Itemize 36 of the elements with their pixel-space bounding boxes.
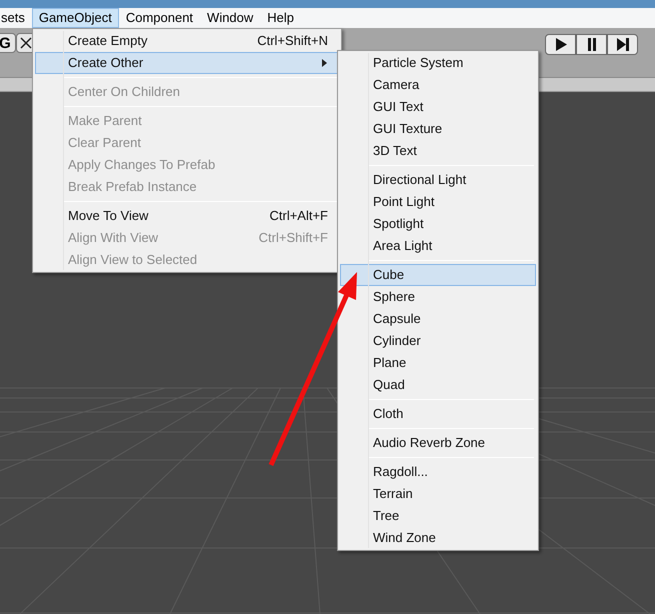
tool-button[interactable]: G (0, 33, 16, 53)
submenu-arrow-icon (322, 59, 328, 67)
menu-bar-item[interactable]: sets (0, 8, 32, 28)
menu-item[interactable]: Directional Light (340, 169, 536, 191)
menu-item[interactable]: Spotlight (340, 213, 536, 235)
menu-item[interactable]: GUI Text (340, 96, 536, 118)
menu-item[interactable]: Cloth (340, 403, 536, 425)
step-icon (616, 38, 630, 51)
pause-button[interactable] (576, 34, 607, 55)
menu-item[interactable]: Capsule (340, 308, 536, 330)
menu-item[interactable]: Create Empty Ctrl+Shift+N (35, 30, 339, 52)
menu-item[interactable]: Plane (340, 352, 536, 374)
menu-item[interactable]: Cylinder (340, 330, 536, 352)
menu-item[interactable]: Terrain (340, 483, 536, 505)
menu-bar-item[interactable]: Component (118, 8, 200, 28)
menu-bar-item[interactable]: Window (200, 8, 260, 28)
menu-item[interactable]: Particle System (340, 52, 536, 74)
menu-item[interactable]: Sphere (340, 286, 536, 308)
menu-item[interactable]: Quad (340, 374, 536, 396)
menu-item[interactable]: Ragdoll... (340, 461, 536, 483)
menu-item[interactable]: 3D Text (340, 140, 536, 162)
play-button[interactable] (545, 34, 576, 55)
menu-item[interactable]: Tree (340, 505, 536, 527)
menu-item[interactable]: Camera (340, 74, 536, 96)
menu-bar-item[interactable]: GameObject (32, 8, 119, 28)
menu-item[interactable]: GUI Texture (340, 118, 536, 140)
play-icon (554, 38, 568, 51)
menu-item[interactable]: Point Light (340, 191, 536, 213)
menu-bar-item[interactable]: Help (260, 8, 302, 28)
menu-item[interactable]: Area Light (340, 235, 536, 257)
step-button[interactable] (607, 34, 638, 55)
menu-item[interactable]: Create Other (35, 52, 339, 74)
menu-item[interactable]: Audio Reverb Zone (340, 432, 536, 454)
menu-item[interactable]: Cube (340, 264, 536, 286)
menu-item[interactable]: Wind Zone (340, 527, 536, 549)
menu-item[interactable]: Move To View Ctrl+Alt+F (35, 205, 339, 227)
